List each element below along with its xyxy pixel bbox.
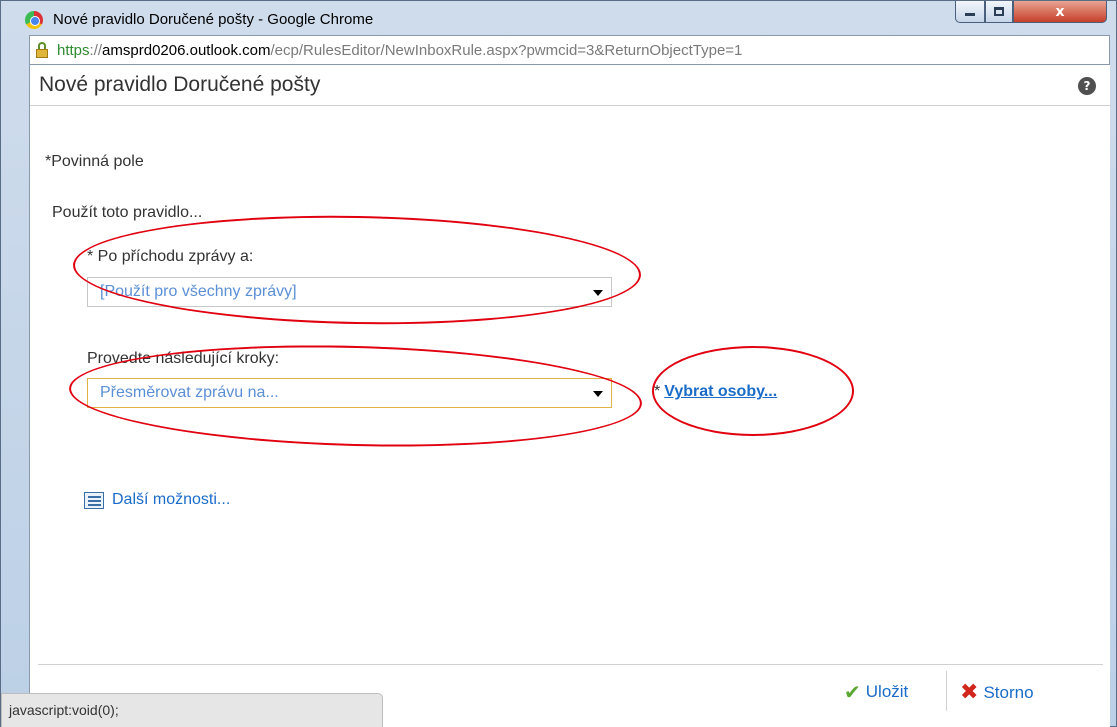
title-divider [30, 105, 1111, 106]
title-bar[interactable]: Nové pravidlo Doručené pošty - Google Ch… [1, 1, 1117, 35]
button-divider [946, 671, 947, 711]
chevron-down-icon [593, 391, 603, 397]
rule-dialog: Nové pravidlo Doručené pošty ? *Povinná … [29, 65, 1111, 727]
url-separator: :// [89, 41, 103, 59]
minimize-icon [965, 13, 975, 16]
minimize-button[interactable] [955, 1, 985, 23]
chrome-icon [25, 11, 43, 29]
status-bar: javascript:void(0); [1, 693, 383, 727]
action-label: Provedte následující kroky: [87, 350, 280, 367]
close-x-icon: ✖ [960, 680, 979, 705]
list-icon [84, 491, 104, 509]
url-path: /ecp/RulesEditor/NewInboxRule.aspx?pwmci… [270, 41, 743, 59]
chevron-down-icon [593, 290, 603, 296]
maximize-icon [994, 7, 1004, 16]
checkmark-icon: ✔ [844, 680, 861, 704]
cancel-button[interactable]: ✖ Storno [960, 680, 1034, 705]
condition-selected-value: [Použít pro všechny zprávy] [100, 283, 297, 300]
dialog-title: Nové pravidlo Doručené pošty [39, 73, 321, 96]
condition-select[interactable]: [Použít pro všechny zprávy] [87, 277, 612, 307]
apply-rule-heading: Použít toto pravidlo... [52, 204, 203, 221]
required-marker: * [654, 383, 661, 400]
close-button[interactable]: x [1013, 1, 1107, 23]
footer-divider [38, 664, 1103, 665]
address-bar[interactable]: https://amsprd0206.outlook.com/ecp/Rules… [29, 35, 1110, 65]
cancel-label: Storno [983, 682, 1034, 702]
lock-icon [35, 42, 49, 58]
save-label: Uložit [865, 682, 909, 701]
maximize-button[interactable] [985, 1, 1013, 23]
action-selected-value: Přesměrovat zprávu na... [100, 384, 279, 401]
pick-people-link[interactable]: Vybrat osoby... [664, 383, 777, 400]
pick-people-group: * Vybrat osoby... [654, 383, 777, 401]
more-options-link[interactable]: Další možnosti... [84, 491, 230, 509]
browser-window: Nové pravidlo Doručené pošty - Google Ch… [0, 0, 1117, 727]
condition-label: * Po příchodu zprávy a: [87, 248, 254, 265]
window-title: Nové pravidlo Doručené pošty - Google Ch… [53, 11, 374, 28]
url-text[interactable]: https://amsprd0206.outlook.com/ecp/Rules… [57, 42, 742, 59]
more-options-label: Další možnosti... [112, 491, 231, 508]
close-icon: x [1055, 3, 1065, 20]
url-host: amsprd0206.outlook.com [102, 41, 271, 59]
action-select[interactable]: Přesměrovat zprávu na... [87, 378, 612, 408]
help-icon[interactable]: ? [1078, 77, 1096, 95]
required-fields-note: *Povinná pole [45, 153, 144, 170]
save-button[interactable]: ✔ Uložit [844, 680, 908, 704]
url-scheme: https [57, 41, 90, 59]
